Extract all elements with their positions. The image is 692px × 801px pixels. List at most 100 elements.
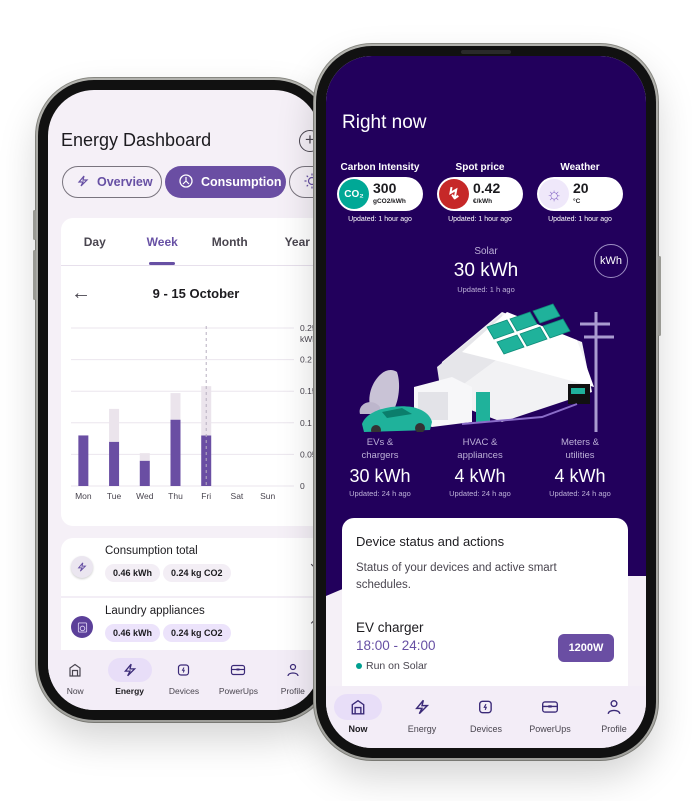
category-label-line: Meters & [560,437,599,448]
left-screen: Energy Dashboard + Overview Consumption [48,90,320,710]
nav-devices[interactable]: Devices [454,694,518,748]
status-text: Run on Solar [366,660,428,672]
metric-value: 20 [573,180,589,196]
list-item[interactable]: Laundry appliances 0.46 kWh 0.24 kg CO2 … [61,596,320,654]
profile-icon [271,658,315,682]
home-icon [53,658,97,682]
y-tick-label: 0 [300,481,305,491]
energy-bolt-icon [398,694,446,720]
nav-devices[interactable]: Devices [157,658,211,710]
chip-consumption[interactable]: Consumption [165,166,286,198]
consumption-icon [179,173,193,191]
tab-year[interactable]: Year [264,218,321,265]
bar-tue-extra [109,408,120,442]
consumption-chart: 0 0.05 0.1 0.15 0.2 0.25kWh Mon Tue Wed Thu Fri Sat… [71,323,317,501]
category-label: EVs & chargers [332,436,428,464]
bar-thu-base [170,419,181,486]
kwh-badge: 0.46 kWh [105,624,161,642]
metric-updated: Updated: 1 hour ago [348,216,412,223]
category-updated: Updated: 24 h ago [549,489,611,498]
metric-label: Weather [560,162,600,173]
nav-powerups[interactable]: PowerUps [211,658,265,710]
period-tabs: Day Week Month Year [61,218,320,266]
nav-label: PowerUps [529,724,571,734]
category-hvac[interactable]: HVAC & appliances 4 kWh Updated: 24 h ago [432,436,528,498]
home-icon [334,694,382,720]
tab-week[interactable]: Week [129,218,197,265]
x-tick-label: Mon [75,491,92,501]
x-tick-label: Sun [260,491,275,501]
bar-wed-base [139,460,150,486]
nav-label: Now [66,686,84,696]
metric-unit: gCO2/kWh [373,198,406,205]
bar-wed-extra [139,453,150,461]
nav-now[interactable]: Now [48,658,102,710]
side-button [33,210,36,240]
co2-badge: 0.24 kg CO2 [163,624,231,642]
speaker [461,50,511,54]
metric-updated: Updated: 1 hour ago [548,216,612,223]
nav-energy[interactable]: Energy [102,658,156,710]
metric-carbon-intensity[interactable]: Carbon Intensity CO₂ 300 gCO2/kWh Update… [332,162,428,223]
category-label-line: EVs & [366,437,394,448]
category-value: 4 kWh [454,466,506,486]
nav-label: Energy [115,686,145,696]
kwh-badge: 0.46 kWh [105,564,161,582]
category-label: HVAC & appliances [432,436,528,464]
category-value: 30 kWh [349,466,411,486]
y-tick-label: 0.1 [300,418,312,428]
metric-pill: ↯ 0.42 €/kWh [437,177,523,211]
tab-month[interactable]: Month [196,218,264,265]
powerups-icon [526,694,574,720]
nav-now[interactable]: Now [326,694,390,748]
list-item-title: Laundry appliances [105,605,205,617]
energy-bolt-icon [107,658,152,682]
page-title: Energy Dashboard [61,130,212,150]
bottom-nav: Now Energy Devices PowerUps Profile [326,686,646,748]
metric-weather[interactable]: Weather ☼ 20 °C Updated: 1 hour ago [532,162,628,223]
stage: Energy Dashboard + Overview Consumption [0,0,692,801]
profile-icon [590,694,638,720]
category-evs[interactable]: EVs & chargers 30 kWh Updated: 24 h ago [332,436,428,498]
category-label: Meters & utilities [532,436,628,464]
chip-overview[interactable]: Overview [62,166,162,198]
nav-label: Now [348,724,368,734]
nav-energy[interactable]: Energy [390,694,454,748]
category-label-line: chargers [361,450,399,461]
nav-profile[interactable]: Profile [266,658,320,710]
nav-label: Energy [407,724,437,734]
list-item[interactable]: Consumption total 0.46 kWh 0.24 kg CO2 ⌄ [61,538,320,596]
bottom-nav: Now Energy Devices PowerUps Profile [48,650,320,710]
co2-icon: CO₂ [339,179,369,209]
energy-bolt-icon [71,556,93,578]
y-tick-label: 0.25 [300,323,317,333]
nav-powerups[interactable]: PowerUps [518,694,582,748]
category-value: 4 kWh [554,466,606,486]
left-phone: Energy Dashboard + Overview Consumption [33,80,330,720]
bar-tue-base [109,441,120,486]
nav-profile[interactable]: Profile [582,694,646,748]
metric-updated: Updated: 1 hour ago [448,216,512,223]
bar-mon-base [78,435,89,486]
unit-toggle-button[interactable]: kWh [594,244,628,278]
metric-spot-price[interactable]: Spot price ↯ 0.42 €/kWh Updated: 1 hour … [432,162,528,223]
page-title: Right now [342,112,427,133]
y-axis-unit: kWh [300,334,317,344]
date-range: 9 - 15 October [152,286,240,301]
co2-badge: 0.24 kg CO2 [163,564,231,582]
list-item-title: Consumption total [105,545,198,557]
tab-day[interactable]: Day [61,218,129,265]
x-tick-label: Tue [107,491,122,501]
nav-label: Profile [280,686,305,696]
consumption-chart-card: Day Week Month Year ← 9 - 15 October → 0… [61,218,320,526]
powerups-icon [216,658,260,682]
right-screen: Right now Carbon Intensity CO₂ 300 gCO2/… [326,56,646,748]
chip-label: Overview [97,175,153,189]
device-status-card: Device status and actions Status of your… [342,518,628,696]
category-meters[interactable]: Meters & utilities 4 kWh Updated: 24 h ag… [532,436,628,498]
card-subtitle: Status of your devices and active smart … [356,562,557,591]
y-tick-label: 0.05 [300,449,317,459]
power-button[interactable]: 1200W [558,634,614,662]
device-icon [462,694,510,720]
device-name[interactable]: EV charger [356,620,424,635]
